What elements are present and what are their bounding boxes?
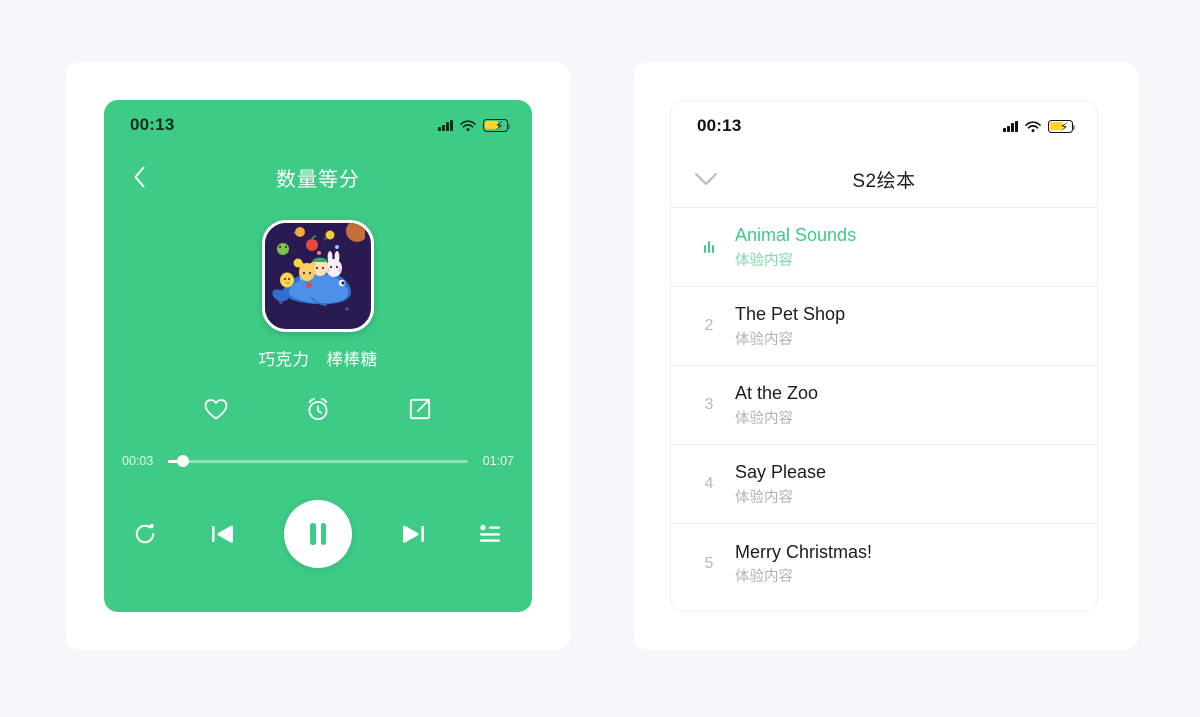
player-status-bar: 00:13 ⚡ <box>104 100 532 150</box>
alarm-clock-icon[interactable] <box>303 394 333 424</box>
track-row[interactable]: 2 The Pet Shop 体验内容 <box>671 287 1097 366</box>
track-subtitle: 体验内容 <box>735 569 793 586</box>
screenshot-stage: 00:13 ⚡ 数量等分 巧克力 棒棒糖 00:03 01:07 00:13 ⚡… <box>0 0 1200 717</box>
wifi-icon <box>1025 120 1041 133</box>
cellular-signal-icon <box>438 119 453 131</box>
chevron-left-icon[interactable] <box>122 160 156 194</box>
track-title: Merry Christmas! <box>735 541 873 562</box>
track-row[interactable]: 3 At the Zoo 体验内容 <box>671 366 1097 445</box>
track-meta: Animal Sounds 体验内容 <box>727 223 856 270</box>
playlist-title: S2绘本 <box>852 170 916 192</box>
player-nav-bar: 数量等分 <box>104 150 532 204</box>
track-subtitle: 体验内容 <box>735 410 793 427</box>
track-row[interactable]: Animal Sounds 体验内容 <box>671 208 1097 287</box>
duration-time: 01:07 <box>482 454 514 468</box>
track-subtitle: 体验内容 <box>735 489 793 506</box>
track-meta: Merry Christmas! 体验内容 <box>727 540 872 587</box>
track-index: 2 <box>704 317 714 334</box>
track-list: Animal Sounds 体验内容 2 The Pet Shop 体验内容 3… <box>671 208 1097 603</box>
share-icon[interactable] <box>405 394 435 424</box>
playlist-screen: 00:13 ⚡ S2绘本 Animal Sounds 体验内容 2 The Pe… <box>670 100 1098 612</box>
track-meta: Say Please 体验内容 <box>727 460 826 507</box>
now-playing-indicator-icon <box>691 241 727 253</box>
track-row[interactable]: 4 Say Please 体验内容 <box>671 445 1097 524</box>
playlist-icon[interactable] <box>474 517 508 551</box>
track-meta: At the Zoo 体验内容 <box>727 381 818 428</box>
progress-thumb[interactable] <box>177 455 189 467</box>
chevron-down-icon[interactable] <box>689 162 723 196</box>
track-title: The Pet Shop <box>735 304 846 325</box>
playlist-status-bar: 00:13 ⚡ <box>671 101 1097 151</box>
pause-icon[interactable] <box>284 500 352 568</box>
status-icon-group: ⚡ <box>1003 119 1076 133</box>
cellular-signal-icon <box>1003 120 1018 132</box>
track-index: 5 <box>704 554 714 572</box>
transport-controls <box>104 500 532 568</box>
album-art-container <box>104 220 532 332</box>
wifi-icon <box>460 119 476 132</box>
track-title: Animal Sounds <box>735 225 857 246</box>
battery-charging-icon: ⚡ <box>1048 119 1076 133</box>
player-screen: 00:13 ⚡ 数量等分 巧克力 棒棒糖 00:03 01:07 <box>104 100 532 612</box>
elapsed-time: 00:03 <box>122 454 154 468</box>
track-meta: The Pet Shop 体验内容 <box>727 302 845 349</box>
status-time: 00:13 <box>697 116 742 135</box>
progress-row: 00:03 01:07 <box>104 454 532 468</box>
track-title: At the Zoo <box>735 383 819 404</box>
status-time: 00:13 <box>130 115 175 134</box>
track-index: 4 <box>704 475 714 492</box>
battery-charging-icon: ⚡ <box>483 118 511 132</box>
track-subtitle: 体验内容 <box>735 331 793 348</box>
track-index: 3 <box>704 396 714 413</box>
now-playing-title: 巧克力 棒棒糖 <box>258 351 378 369</box>
previous-track-icon[interactable] <box>206 517 240 551</box>
track-row[interactable]: 5 Merry Christmas! 体验内容 <box>671 524 1097 603</box>
heart-icon[interactable] <box>201 394 231 424</box>
player-action-row <box>104 394 532 424</box>
status-icon-group: ⚡ <box>438 118 511 132</box>
playlist-nav-bar: S2绘本 <box>671 151 1097 208</box>
track-subtitle: 体验内容 <box>735 252 793 269</box>
album-art-whale <box>262 220 374 332</box>
page-title: 数量等分 <box>276 168 360 191</box>
progress-slider[interactable] <box>168 455 468 467</box>
track-title: Say Please <box>735 462 827 483</box>
next-track-icon[interactable] <box>396 517 430 551</box>
repeat-icon[interactable] <box>128 517 162 551</box>
